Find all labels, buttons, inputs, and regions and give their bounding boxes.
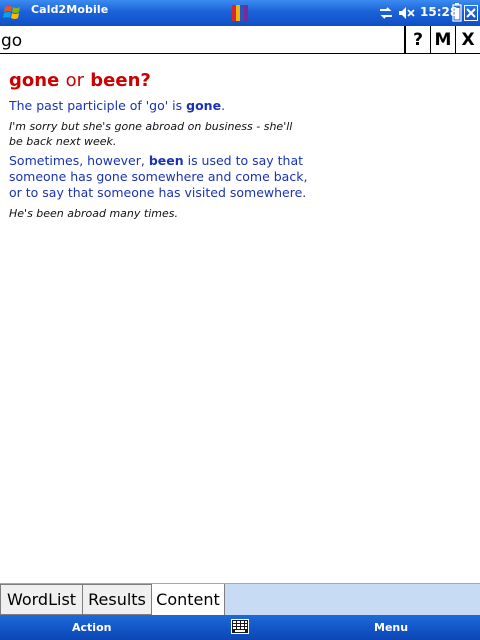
tab-wordlist[interactable]: WordList [0,584,83,615]
app-title: Cald2Mobile [31,3,109,16]
battery-icon[interactable] [452,2,462,22]
definition-1: The past participle of 'go' is gone. [9,98,309,114]
tab-strip: WordList Results Content [0,583,480,615]
help-button[interactable]: ? [405,26,430,53]
title-or: or [65,70,84,91]
volume-muted-icon[interactable] [398,5,416,21]
windows-start-icon[interactable] [2,2,24,24]
search-input[interactable] [0,26,405,53]
close-icon[interactable] [464,5,478,21]
def2-bold: been [148,153,184,168]
menu-softkey[interactable]: Menu [374,621,408,634]
keyboard-icon[interactable] [231,619,249,634]
title-bar: Cald2Mobile 15:28 [0,0,480,26]
action-softkey[interactable]: Action [72,621,111,634]
def1-pre: The past participle of 'go' is [9,98,187,113]
search-toolbar: ? M X [0,26,480,54]
def1-post: . [221,98,226,113]
headword-been: been? [90,70,151,91]
clear-button[interactable]: X [455,26,480,53]
tab-content[interactable]: Content [151,584,225,615]
entry-content: gone or been? The past participle of 'go… [9,68,309,221]
softkey-bar: Action Menu [0,615,480,640]
m-button[interactable]: M [430,26,455,53]
def1-bold: gone [186,98,222,113]
def2-pre: Sometimes, however, [9,153,149,168]
book-icon [232,5,248,21]
definition-2: Sometimes, however, been is used to say … [9,153,309,201]
entry-title: gone or been? [9,68,309,94]
sync-icon[interactable] [378,5,394,21]
example-2: He's been abroad many times. [9,207,178,220]
tab-results[interactable]: Results [82,584,152,615]
headword-gone: gone [9,70,60,91]
example-1: I'm sorry but she's gone abroad on busin… [9,120,293,148]
